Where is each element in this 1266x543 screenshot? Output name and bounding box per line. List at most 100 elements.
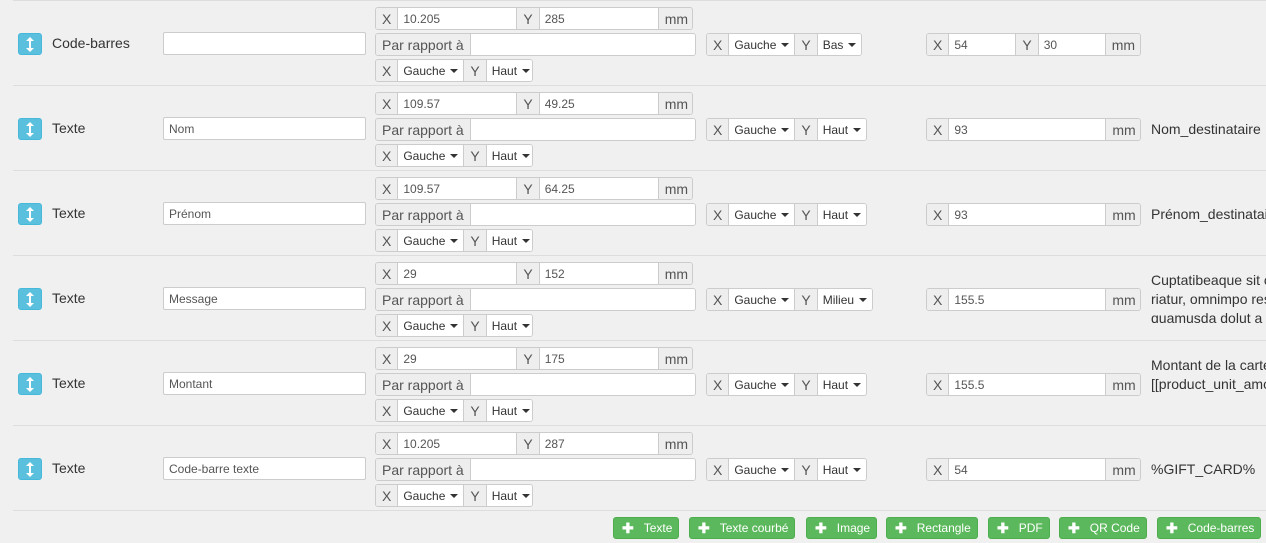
width-input[interactable] <box>949 119 1106 140</box>
relative-to-input[interactable] <box>470 34 695 55</box>
element-type: Texte <box>52 375 86 391</box>
anchor-y-select[interactable]: Haut <box>486 60 532 81</box>
anchor-y-select[interactable]: Haut <box>486 315 532 336</box>
element-type: Code-barres <box>52 35 130 51</box>
y-label: Y <box>463 315 487 336</box>
height-input[interactable] <box>1038 34 1105 55</box>
element-content-line: [[product_unit_amo <box>1151 376 1266 392</box>
relative-anchor-x-select[interactable]: Gauche <box>729 374 795 395</box>
anchor-x-select[interactable]: Gauche <box>398 400 464 421</box>
add-pdf-button[interactable]: ✚ PDF <box>988 517 1050 539</box>
y-position-input[interactable] <box>539 8 658 29</box>
anchor-x-select[interactable]: Gauche <box>398 230 464 251</box>
relative-anchor-y-select[interactable]: Haut <box>817 204 867 225</box>
relative-anchor-y-select[interactable]: Haut <box>817 459 867 480</box>
add-qr-code-button[interactable]: ✚ QR Code <box>1059 517 1147 539</box>
relative-anchor-group: X Gauche Y Haut <box>706 203 868 226</box>
element-name-input[interactable] <box>163 32 366 55</box>
drag-handle[interactable] <box>18 33 42 55</box>
anchor-y-select[interactable]: Haut <box>486 485 532 506</box>
element-row: Texte XYmm Par rapport à XGaucheYHaut XG… <box>13 255 1266 340</box>
add-texte-courb-button[interactable]: ✚ Texte courbé <box>689 517 796 539</box>
x-position-input[interactable] <box>398 178 517 199</box>
element-name-input[interactable] <box>163 117 366 140</box>
anchor-x-select[interactable]: Gauche <box>398 145 464 166</box>
unit-label: mm <box>1104 34 1140 55</box>
element-content-line: quamusda dolut a <box>1151 310 1263 323</box>
element-row: Texte XYmm Par rapport à XGaucheYHaut XG… <box>13 340 1266 425</box>
relative-to-group: Par rapport à <box>375 33 696 56</box>
width-input[interactable] <box>949 289 1106 310</box>
add-rectangle-button[interactable]: ✚ Rectangle <box>886 517 978 539</box>
add-code-barres-button[interactable]: ✚ Code-barres <box>1157 517 1262 539</box>
drag-handle[interactable] <box>18 203 42 225</box>
y-position-input[interactable] <box>539 263 658 284</box>
width-input[interactable] <box>949 459 1106 480</box>
relative-anchor-x-select[interactable]: Gauche <box>729 204 795 225</box>
element-name-input[interactable] <box>163 457 366 480</box>
width-input[interactable] <box>949 374 1106 395</box>
x-position-input[interactable] <box>398 348 517 369</box>
element-content: Prénom_destinatai <box>1151 206 1266 222</box>
drag-handle[interactable] <box>18 288 42 310</box>
element-name-input[interactable] <box>163 372 366 395</box>
y-label: Y <box>516 433 540 454</box>
relative-anchor-x-select[interactable]: Gauche <box>729 119 795 140</box>
width-input[interactable] <box>949 34 1016 55</box>
y-label: Y <box>794 459 818 480</box>
anchor-y-select[interactable]: Haut <box>486 145 532 166</box>
relative-anchor-y-select[interactable]: Milieu <box>817 289 873 310</box>
relative-anchor-x-select[interactable]: Gauche <box>729 289 795 310</box>
drag-handle[interactable] <box>18 118 42 140</box>
x-label: X <box>376 145 399 166</box>
add-image-button[interactable]: ✚ Image <box>806 517 878 539</box>
anchor-x-select[interactable]: Gauche <box>398 485 464 506</box>
relative-to-input[interactable] <box>470 119 695 140</box>
add-button-label: QR Code <box>1089 521 1140 535</box>
x-position-input[interactable] <box>398 8 517 29</box>
size-group: Xmm <box>926 203 1141 226</box>
add-texte-button[interactable]: ✚ Texte <box>613 517 680 539</box>
x-position-input[interactable] <box>398 93 517 114</box>
element-content: %GIFT_CARD% <box>1151 461 1256 477</box>
anchor-x-select[interactable]: Gauche <box>398 315 464 336</box>
y-position-input[interactable] <box>539 433 658 454</box>
y-position-input[interactable] <box>539 348 658 369</box>
y-position-input[interactable] <box>539 93 658 114</box>
drag-handle[interactable] <box>18 373 42 395</box>
width-input[interactable] <box>949 204 1106 225</box>
plus-icon: ✚ <box>895 519 907 536</box>
y-position-input[interactable] <box>539 178 658 199</box>
x-position-input[interactable] <box>398 263 517 284</box>
anchor-y-select[interactable]: Haut <box>486 230 532 251</box>
relative-anchor-y-select[interactable]: Haut <box>817 374 867 395</box>
x-label: X <box>376 60 399 81</box>
relative-to-group: Par rapport à <box>375 373 696 396</box>
position-group: X Ymm <box>375 92 693 115</box>
relative-to-input[interactable] <box>470 374 695 395</box>
width-label: X <box>927 34 950 55</box>
element-row: Texte XYmm Par rapport à XGaucheYHaut XG… <box>13 425 1266 510</box>
unit-label: mm <box>657 178 692 199</box>
y-label: Y <box>516 178 540 199</box>
y-label: Y <box>794 204 818 225</box>
relative-anchor-x-select[interactable]: Gauche <box>729 34 795 55</box>
x-position-input[interactable] <box>398 433 517 454</box>
element-name-input[interactable] <box>163 287 366 310</box>
element-name-input[interactable] <box>163 202 366 225</box>
y-label: Y <box>516 8 540 29</box>
y-label: Y <box>794 289 818 310</box>
relative-to-input[interactable] <box>470 289 695 310</box>
anchor-x-select[interactable]: Gauche <box>398 60 464 81</box>
plus-icon: ✚ <box>698 519 710 536</box>
relative-anchor-y-select[interactable]: Bas <box>817 34 862 55</box>
x-label: X <box>707 119 730 140</box>
relative-anchor-group: X Gauche Y Bas <box>706 33 863 56</box>
relative-anchor-y-select[interactable]: Haut <box>817 119 867 140</box>
x-label: X <box>707 459 730 480</box>
drag-handle[interactable] <box>18 458 42 480</box>
relative-to-input[interactable] <box>470 459 695 480</box>
anchor-y-select[interactable]: Haut <box>486 400 532 421</box>
relative-to-input[interactable] <box>470 204 695 225</box>
relative-anchor-x-select[interactable]: Gauche <box>729 459 795 480</box>
